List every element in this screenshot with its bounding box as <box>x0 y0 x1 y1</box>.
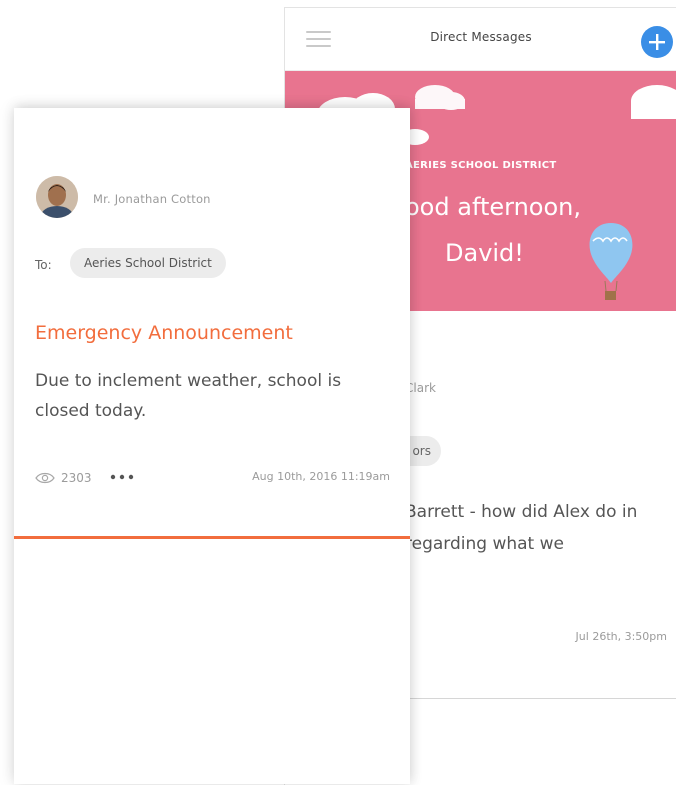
hot-air-balloon-icon <box>589 223 633 300</box>
sender-name: Mr. Jonathan Cotton <box>93 192 211 206</box>
announcement-timestamp: Aug 10th, 2016 11:19am <box>252 470 390 483</box>
new-message-button[interactable] <box>641 26 673 58</box>
accent-divider <box>14 536 410 539</box>
announcement-body: Due to inclement weather, school is clos… <box>35 371 342 421</box>
dm-header: Direct Messages <box>285 8 676 71</box>
eye-icon <box>35 472 55 484</box>
plus-icon <box>649 34 665 50</box>
to-label: To: <box>35 258 52 272</box>
message-timestamp: Jul 26th, 3:50pm <box>575 630 667 643</box>
district-label: AERIES SCHOOL DISTRICT <box>405 160 557 171</box>
page-title: Direct Messages <box>430 30 532 44</box>
announcement-title: Emergency Announcement <box>35 322 293 344</box>
greeting-text: ood afternoon, <box>405 193 582 221</box>
view-count: 2303 <box>61 471 92 485</box>
announcement-card[interactable]: Mr. Jonathan Cotton To: Aeries School Di… <box>14 108 410 784</box>
cloud-icon <box>631 85 676 119</box>
recipient-chip[interactable]: Aeries School District <box>70 248 226 278</box>
person-avatar-icon <box>36 176 78 218</box>
message-body[interactable]: Barrett - how did Alex do in regarding w… <box>405 496 675 560</box>
user-name: David! <box>445 239 524 267</box>
avatar[interactable] <box>36 176 78 218</box>
cloud-icon <box>415 85 465 110</box>
more-dots-icon[interactable] <box>110 474 134 480</box>
